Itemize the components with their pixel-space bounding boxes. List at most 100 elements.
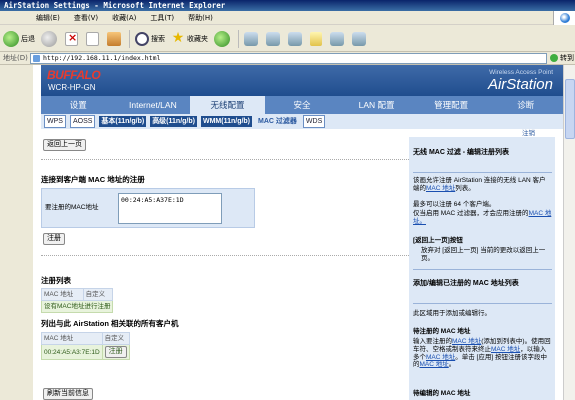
- mac-address-link[interactable]: MAC 地址: [491, 346, 520, 353]
- table-row: 设有MAC地址进行注册: [40, 300, 114, 313]
- help-title-edit: 添加/编辑已注册的 MAC 地址列表: [413, 280, 519, 287]
- product-logo: AirStation: [487, 76, 553, 93]
- registration-list-table: MAC 地址 自定义 设有MAC地址进行注册: [40, 288, 114, 313]
- address-bar: 地址(D) http://192.168.11.1/index.html 转到: [0, 52, 575, 65]
- print-button[interactable]: [266, 31, 282, 46]
- help-divider: [413, 269, 552, 270]
- word-icon: [288, 31, 302, 46]
- menu-tools[interactable]: 工具(T): [150, 13, 174, 23]
- help-paragraph: 仅当启用 MAC 过滤器，才会应用注册的MAC 地址。: [413, 210, 552, 225]
- nav-diagnostic[interactable]: 诊断: [488, 96, 563, 114]
- refresh-info-button[interactable]: 刷新当前信息: [43, 388, 93, 400]
- help-paragraph: 此区域用于添加或编辑行。: [413, 310, 491, 317]
- help-back-title: [返回上一页]按钮: [413, 237, 463, 244]
- mac-address-input[interactable]: 00:24:A5:A37E:1D: [118, 193, 222, 224]
- col-mac-address: MAC 地址: [41, 332, 103, 345]
- history-button[interactable]: [214, 30, 232, 47]
- sub-nav: WPS AOSS 基本(11n/g/b) 高级(11n/g/b) WMM(11n…: [41, 114, 563, 129]
- folder-button[interactable]: [310, 31, 324, 46]
- star-icon: ★: [171, 29, 185, 46]
- back-page-button[interactable]: 返回上一页: [43, 139, 86, 151]
- forward-button[interactable]: [41, 30, 59, 47]
- messenger-button[interactable]: [330, 31, 346, 46]
- subnav-aoss[interactable]: AOSS: [69, 115, 96, 128]
- help-paragraph: 最多可以注册 64 个客户端。: [413, 201, 496, 208]
- table-header-row: MAC 地址 自定义: [41, 288, 114, 301]
- research-icon: [352, 31, 366, 46]
- nav-admin[interactable]: 管理配置: [414, 96, 489, 114]
- mac-address-link[interactable]: MAC 地址: [426, 185, 455, 192]
- go-button[interactable]: 转到: [550, 53, 574, 63]
- associated-clients-heading: 列出与此 AirStation 相关联的所有客户机: [41, 319, 179, 328]
- menu-bar: 编辑(E) 查看(V) 收藏(A) 工具(T) 帮助(H): [0, 11, 575, 25]
- search-icon: [135, 31, 149, 46]
- address-label: 地址(D): [3, 54, 28, 62]
- help-register-text: 输入要注册的MAC 地址(添加到列表中)。使用回车符、空格或制表符来终止MAC …: [413, 338, 551, 369]
- model-name: WCR-HP-GN: [48, 83, 96, 92]
- page-header: BUFFALO WCR-HP-GN Wireless Access Point …: [41, 65, 563, 96]
- subnav-advanced[interactable]: 高级(11n/g/b): [150, 116, 197, 127]
- back-arrow-icon: [3, 30, 19, 47]
- subnav-wmm[interactable]: WMM(11n/g/b): [200, 116, 253, 127]
- mac-address-link[interactable]: MAC 地址: [420, 361, 449, 368]
- nav-internet-lan[interactable]: Internet/LAN: [116, 96, 191, 114]
- address-input[interactable]: http://192.168.11.1/index.html: [30, 53, 547, 64]
- associated-clients-table: MAC 地址 自定义 00:24:A5:A3:7E:1D 注册: [41, 332, 130, 360]
- menu-favorites[interactable]: 收藏(A): [112, 13, 136, 23]
- scrollbar-thumb[interactable]: [565, 79, 575, 139]
- stop-icon: [65, 31, 78, 46]
- nav-lan[interactable]: LAN 配置: [339, 96, 414, 114]
- logout-link[interactable]: 注销: [522, 127, 535, 137]
- help-back-text: 放弃对 [返回上一页] 当前的更改以返回上一页。: [421, 247, 546, 262]
- help-paragraph: 该画允许注册 AirStation 连接的无线 LAN 客户端的MAC 地址列表…: [413, 177, 546, 192]
- main-nav: 设置 Internet/LAN 无线配置 安全 LAN 配置 管理配置 诊断: [41, 96, 563, 114]
- brand-logo: BUFFALO: [47, 68, 101, 82]
- mac-address-link[interactable]: MAC 地址: [426, 354, 455, 361]
- help-divider: [413, 303, 552, 304]
- col-custom: 自定义: [101, 332, 130, 345]
- menu-edit[interactable]: 编辑(E): [36, 13, 60, 23]
- back-button[interactable]: 后退: [3, 30, 35, 47]
- help-edit-list-title: 待编辑的 MAC 地址: [413, 390, 471, 397]
- main-content: 返回上一页 连接到客户端 MAC 地址的注册 要注册的MAC地址 00:24:A…: [40, 137, 441, 400]
- research-button[interactable]: [352, 31, 368, 46]
- nav-setup[interactable]: 设置: [41, 96, 116, 114]
- refresh-button[interactable]: [86, 31, 101, 46]
- mac-address-link[interactable]: MAC 地址: [452, 338, 481, 345]
- subnav-wds[interactable]: WDS: [302, 115, 326, 128]
- ie-logo-icon: [553, 11, 575, 25]
- help-register-title: 待注册的 MAC 地址: [413, 328, 471, 335]
- product-tagline: Wireless Access Point: [489, 69, 553, 76]
- forward-arrow-icon: [41, 30, 57, 47]
- mail-button[interactable]: [244, 31, 260, 46]
- home-button[interactable]: [107, 31, 123, 46]
- nav-security[interactable]: 安全: [265, 96, 340, 114]
- register-client-button[interactable]: 注册: [104, 346, 127, 358]
- search-button[interactable]: 搜索: [135, 31, 165, 46]
- messenger-icon: [330, 31, 344, 46]
- history-icon: [214, 30, 230, 47]
- register-button[interactable]: 注册: [43, 233, 65, 245]
- printer-icon: [266, 31, 280, 46]
- connect-heading: 连接到客户端 MAC 地址的注册: [41, 175, 145, 184]
- help-panel: 无线 MAC 过滤 - 编辑注册列表 该画允许注册 AirStation 连接的…: [409, 137, 555, 400]
- subnav-basic[interactable]: 基本(11n/g/b): [99, 116, 147, 127]
- mac-address-label: 要注册的MAC地址: [45, 204, 99, 211]
- menu-view[interactable]: 查看(V): [74, 13, 98, 23]
- toolbar: 后退 搜索 ★收藏夹: [0, 26, 575, 52]
- nav-wireless[interactable]: 无线配置: [190, 96, 265, 114]
- stop-button[interactable]: [65, 31, 80, 46]
- subnav-mac-filter[interactable]: MAC 过滤器: [256, 116, 299, 127]
- client-mac-address: 00:24:A5:A3:7E:1D: [41, 344, 103, 360]
- edit-button[interactable]: [288, 31, 304, 46]
- favorites-button[interactable]: ★ 收藏夹: [171, 29, 208, 46]
- toolbar-divider: [238, 29, 239, 48]
- empty-list-message: 设有MAC地址进行注册: [40, 300, 114, 313]
- subnav-wps[interactable]: WPS: [44, 115, 66, 128]
- section-divider: [41, 159, 437, 160]
- left-gutter: [0, 65, 33, 400]
- toolbar-divider: [129, 29, 130, 48]
- page-scrollbar[interactable]: [563, 65, 575, 400]
- menu-help[interactable]: 帮助(H): [188, 13, 213, 23]
- page-viewport: BUFFALO WCR-HP-GN Wireless Access Point …: [33, 65, 563, 400]
